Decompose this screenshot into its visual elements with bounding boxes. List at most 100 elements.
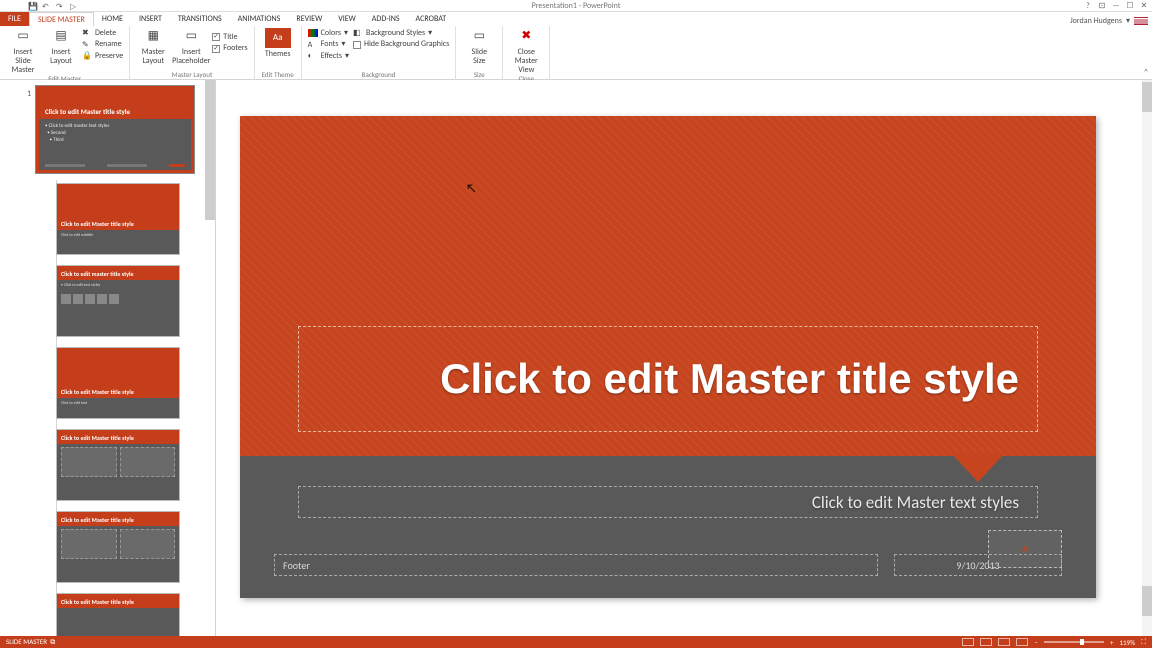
subtitle-placeholder-text: Click to edit Master text styles: [812, 492, 1019, 513]
normal-view-button[interactable]: [962, 638, 974, 646]
close-master-icon: ✖: [517, 28, 535, 46]
title-bar: 💾 ↶ ↷ ▷ Presentation1 - PowerPoint ? ⊡ —…: [0, 0, 1152, 12]
themes-button[interactable]: AaThemes: [261, 28, 295, 59]
ribbon-tabs: FILE SLIDE MASTER HOME INSERT TRANSITION…: [0, 12, 1152, 26]
master-number: 1: [27, 89, 31, 99]
help-icon[interactable]: ?: [1082, 1, 1094, 11]
layout-thumb-title-slide[interactable]: Click to edit Master title style Click t…: [56, 183, 180, 255]
tab-view[interactable]: VIEW: [330, 12, 364, 26]
delete-button[interactable]: ✖Delete: [82, 28, 123, 38]
layout-thumb-section-header[interactable]: Click to edit Master title style Click t…: [56, 347, 180, 419]
collapse-ribbon-icon[interactable]: ^: [1144, 67, 1148, 77]
zoom-in-button[interactable]: +: [1110, 638, 1114, 647]
checkbox-icon: [353, 41, 361, 49]
themes-icon: Aa: [265, 28, 291, 48]
fonts-icon: A: [308, 40, 318, 50]
workspace: 1 Click to edit Master title style • Cli…: [0, 80, 1152, 636]
status-bar: SLIDE MASTER ⧉ − + 119% ⛶: [0, 636, 1152, 648]
fit-to-window-button[interactable]: ⛶: [1141, 637, 1146, 647]
subtitle-placeholder[interactable]: Click to edit Master text styles: [298, 486, 1038, 518]
user-avatar-icon: [1134, 17, 1148, 26]
master-layout-icon: ▦: [144, 28, 162, 46]
title-placeholder[interactable]: Click to edit Master title style: [298, 326, 1038, 432]
tab-review[interactable]: REVIEW: [288, 12, 330, 26]
window-title: Presentation1 - PowerPoint: [532, 1, 621, 11]
sorter-view-button[interactable]: [980, 638, 992, 646]
background-styles-button[interactable]: ◧Background Styles▾: [353, 28, 449, 38]
placeholder-icon: ▭: [182, 28, 200, 46]
preserve-icon: 🔒: [82, 51, 92, 61]
arrow-notch-decoration: [950, 452, 1006, 482]
layout-thumb-comparison[interactable]: Click to edit Master title style: [56, 511, 180, 583]
insert-slide-master-button[interactable]: ▭Insert Slide Master: [6, 28, 40, 74]
zoom-out-button[interactable]: −: [1034, 638, 1038, 647]
rename-icon: ✎: [82, 40, 92, 50]
layout-thumb-two-content[interactable]: Click to edit Master title style: [56, 429, 180, 501]
close-master-view-button[interactable]: ✖Close Master View: [509, 28, 543, 74]
insert-placeholder-button[interactable]: ▭Insert Placeholder: [174, 28, 208, 66]
redo-icon[interactable]: ↷: [56, 2, 66, 10]
group-background: Background: [308, 70, 450, 80]
vscroll-thumb-bottom[interactable]: [1142, 586, 1152, 616]
master-slide-thumb[interactable]: 1 Click to edit Master title style • Cli…: [36, 86, 194, 173]
effects-icon: ◐: [308, 51, 318, 61]
preserve-button[interactable]: 🔒Preserve: [82, 51, 123, 61]
canvas-vscrollbar[interactable]: [1142, 80, 1152, 636]
thumbnail-pane: 1 Click to edit Master title style • Cli…: [0, 80, 216, 636]
thumb-scrollbar[interactable]: [205, 80, 215, 220]
reading-view-button[interactable]: [998, 638, 1010, 646]
tab-slide-master[interactable]: SLIDE MASTER: [29, 12, 94, 26]
save-icon[interactable]: 💾: [28, 2, 38, 10]
footers-checkbox[interactable]: Footers: [212, 43, 247, 53]
minimize-icon[interactable]: —: [1110, 1, 1122, 11]
hide-bg-checkbox[interactable]: Hide Background Graphics: [353, 39, 449, 49]
slide-size-icon: ▭: [470, 28, 488, 46]
zoom-slider[interactable]: [1044, 641, 1104, 643]
tab-file[interactable]: FILE: [0, 12, 29, 26]
status-mode: SLIDE MASTER ⧉: [6, 637, 55, 647]
bg-styles-icon: ◧: [353, 28, 363, 38]
colors-icon: [308, 29, 318, 37]
footer-placeholder[interactable]: Footer: [274, 554, 878, 576]
maximize-icon[interactable]: ☐: [1124, 1, 1136, 11]
ribbon-options-icon[interactable]: ⊡: [1096, 1, 1108, 11]
layout-icon: ▤: [52, 28, 70, 46]
tab-insert[interactable]: INSERT: [131, 12, 170, 26]
date-placeholder[interactable]: 9/10/2013: [894, 554, 1062, 576]
checkbox-icon: [212, 45, 220, 53]
tab-acrobat[interactable]: ACROBAT: [408, 12, 455, 26]
slide-master-icon: ▭: [14, 28, 32, 46]
master-layout-button[interactable]: ▦Master Layout: [136, 28, 170, 66]
colors-button[interactable]: Colors▾: [308, 28, 349, 38]
undo-icon[interactable]: ↶: [42, 2, 52, 10]
title-checkbox[interactable]: Title: [212, 32, 247, 42]
slideshow-view-button[interactable]: [1016, 638, 1028, 646]
delete-icon: ✖: [82, 28, 92, 38]
slide-canvas-area: Click to edit Master title style Click t…: [216, 80, 1152, 636]
tab-transitions[interactable]: TRANSITIONS: [170, 12, 230, 26]
rename-button[interactable]: ✎Rename: [82, 39, 123, 49]
title-placeholder-text: Click to edit Master title style: [440, 355, 1019, 403]
insert-layout-button[interactable]: ▤Insert Layout: [44, 28, 78, 66]
user-account[interactable]: Jordan Hudgens▾: [1070, 16, 1148, 26]
user-name: Jordan Hudgens: [1070, 16, 1122, 26]
group-edit-theme: Edit Theme: [261, 70, 295, 80]
tab-animations[interactable]: ANIMATIONS: [230, 12, 289, 26]
vscroll-thumb-top[interactable]: [1142, 82, 1152, 112]
checkbox-icon: [212, 33, 220, 41]
tab-home[interactable]: HOME: [94, 12, 131, 26]
zoom-level[interactable]: 119%: [1119, 638, 1135, 647]
layout-thumb-title-content[interactable]: Click to edit master title style • Click…: [56, 265, 180, 337]
effects-button[interactable]: ◐Effects▾: [308, 51, 349, 61]
start-show-icon[interactable]: ▷: [70, 2, 80, 10]
slide-master-canvas[interactable]: Click to edit Master title style Click t…: [240, 116, 1096, 598]
slide-size-button[interactable]: ▭Slide Size: [462, 28, 496, 66]
ribbon: ▭Insert Slide Master ▤Insert Layout ✖Del…: [0, 26, 1152, 80]
fonts-button[interactable]: AFonts▾: [308, 39, 349, 49]
layout-thumb-title-only[interactable]: Click to edit Master title style: [56, 593, 180, 636]
tab-addins[interactable]: ADD-INS: [364, 12, 408, 26]
title-band: Click to edit Master title style: [240, 116, 1096, 456]
group-master-layout: Master Layout: [136, 70, 247, 80]
close-icon[interactable]: ✕: [1138, 1, 1150, 11]
group-size: Size: [462, 70, 496, 80]
